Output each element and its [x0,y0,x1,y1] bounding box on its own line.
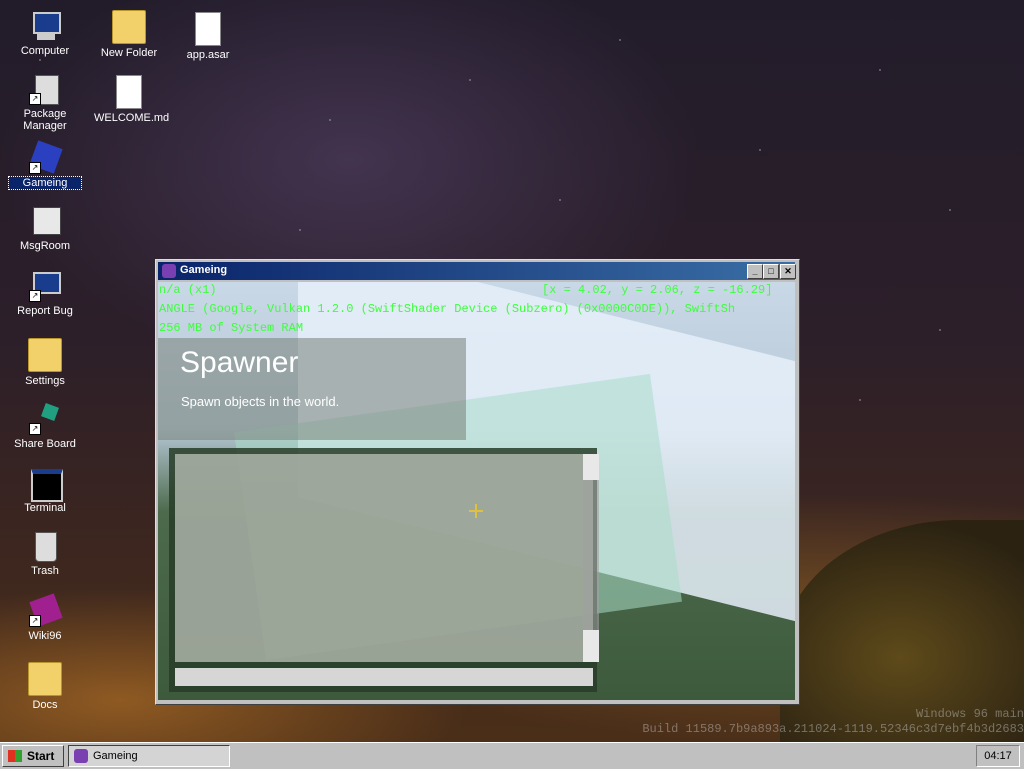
taskbar-item-label: Gameing [93,750,138,762]
desktop-icon-new-folder[interactable]: New Folder [93,10,165,59]
hud-ram: 256 MB of System RAM [159,321,304,335]
taskbar-item-gameing[interactable]: Gameing [68,745,230,767]
close-button[interactable]: ✕ [780,264,796,279]
package-manager-icon: ↗ [29,73,61,105]
desktop-icon-label: app.asar [186,49,230,61]
desktop-icon-label: Terminal [24,502,66,514]
hud-fps: n/a (x1) [159,283,217,297]
spawner-title: Spawner [180,346,299,379]
desktop-icon-label: Share Board [14,438,76,450]
desktop-icon-label: New Folder [100,47,158,59]
spawner-object-list[interactable] [175,454,599,662]
spawner-list-scrollbar[interactable] [583,454,599,662]
shortcut-arrow-icon: ↗ [29,93,41,105]
watermark-line-1: Windows 96 main [915,707,1024,721]
terminal-icon [29,467,63,502]
file-icon [195,12,221,46]
minimize-button[interactable]: _ [747,264,763,279]
desktop-icon-label: Package Manager [23,108,67,132]
spawner-subtitle: Spawn objects in the world. [181,394,340,409]
taskbar: Start Gameing 04:17 [0,742,1024,769]
desktop-icon-trash[interactable]: Trash [9,530,81,577]
spawner-panel: Spawner Spawn objects in the world. [158,338,466,440]
desktop-icon-gameing[interactable]: ↗ Gameing [8,140,82,190]
desktop-icon-label: Trash [31,565,59,577]
window-titlebar[interactable]: Gameing _ □ ✕ [158,262,796,280]
desktop-icon-settings[interactable]: Settings [9,338,81,387]
window-title: Gameing [180,264,228,276]
spawner-list-container [169,448,599,692]
start-button[interactable]: Start [2,745,64,767]
watermark-line-2: Build 11589.7b9a893a.211024-1119.52346c3… [642,722,1024,736]
shortcut-arrow-icon: ↗ [29,290,41,302]
folder-icon [112,10,146,44]
desktop-icon-label: Docs [32,699,58,711]
windows-logo-icon [8,750,22,762]
folder-icon [28,662,62,696]
hud-coordinates: [x = 4.02, y = 2.06, z = -16.29] [542,283,773,297]
gameing-icon: ↗ [29,140,63,174]
maximize-button[interactable]: □ [763,264,779,279]
desktop-icon-wiki96[interactable]: ↗ Wiki96 [9,593,81,642]
desktop-icon-computer[interactable]: Computer [9,10,81,57]
crosshair-icon [469,504,483,518]
computer-icon [29,10,61,42]
start-label: Start [27,749,55,763]
gameing-app-icon [74,749,88,763]
desktop-icon-label: Gameing [8,176,82,190]
hud-renderer: ANGLE (Google, Vulkan 1.2.0 (SwiftShader… [159,302,736,316]
desktop-icon-label: Wiki96 [28,630,62,642]
desktop-icon-label: Settings [25,375,65,387]
wiki-book-icon: ↗ [29,593,63,627]
shortcut-arrow-icon: ↗ [29,423,41,435]
desktop-icon-msgroom[interactable]: MsgRoom [9,205,81,252]
desktop-icon-report-bug[interactable]: ↗ Report Bug [9,270,81,317]
game-viewport[interactable]: n/a (x1) [x = 4.02, y = 2.06, z = -16.29… [158,282,795,700]
desktop-icon-label: Report Bug [17,305,73,317]
scrollbar-down-thumb[interactable] [583,630,599,662]
msgroom-icon [29,205,61,237]
desktop-icon-welcome-md[interactable]: WELCOME.md [93,75,170,124]
spawner-input-field[interactable] [175,668,593,686]
share-board-icon: ↗ [29,403,61,435]
gameing-window[interactable]: Gameing _ □ ✕ n/a (x1) [x = 4.02, y = 2.… [155,259,800,705]
scrollbar-up-thumb[interactable] [583,454,599,480]
desktop-icon-label: Computer [20,45,70,57]
desktop-icon-label: WELCOME.md [94,112,170,124]
settings-icon [28,338,62,372]
desktop-icon-package-manager[interactable]: ↗ Package Manager [9,73,81,132]
gameing-app-icon [162,264,176,278]
desktop-icon-share-board[interactable]: ↗ Share Board [9,403,81,450]
markdown-file-icon [116,75,142,109]
report-bug-icon: ↗ [29,270,61,302]
taskbar-clock: 04:17 [976,745,1020,767]
shortcut-arrow-icon: ↗ [29,162,41,174]
shortcut-arrow-icon: ↗ [29,615,41,627]
desktop-icon-docs[interactable]: Docs [9,662,81,711]
trash-icon [29,530,61,562]
build-watermark: Windows 96 main Build 11589.7b9a893a.211… [642,707,1024,737]
desktop-icon-app-asar[interactable]: app.asar [172,12,244,61]
desktop-icon-terminal[interactable]: Terminal [9,467,81,514]
desktop-icon-label: MsgRoom [19,240,71,252]
